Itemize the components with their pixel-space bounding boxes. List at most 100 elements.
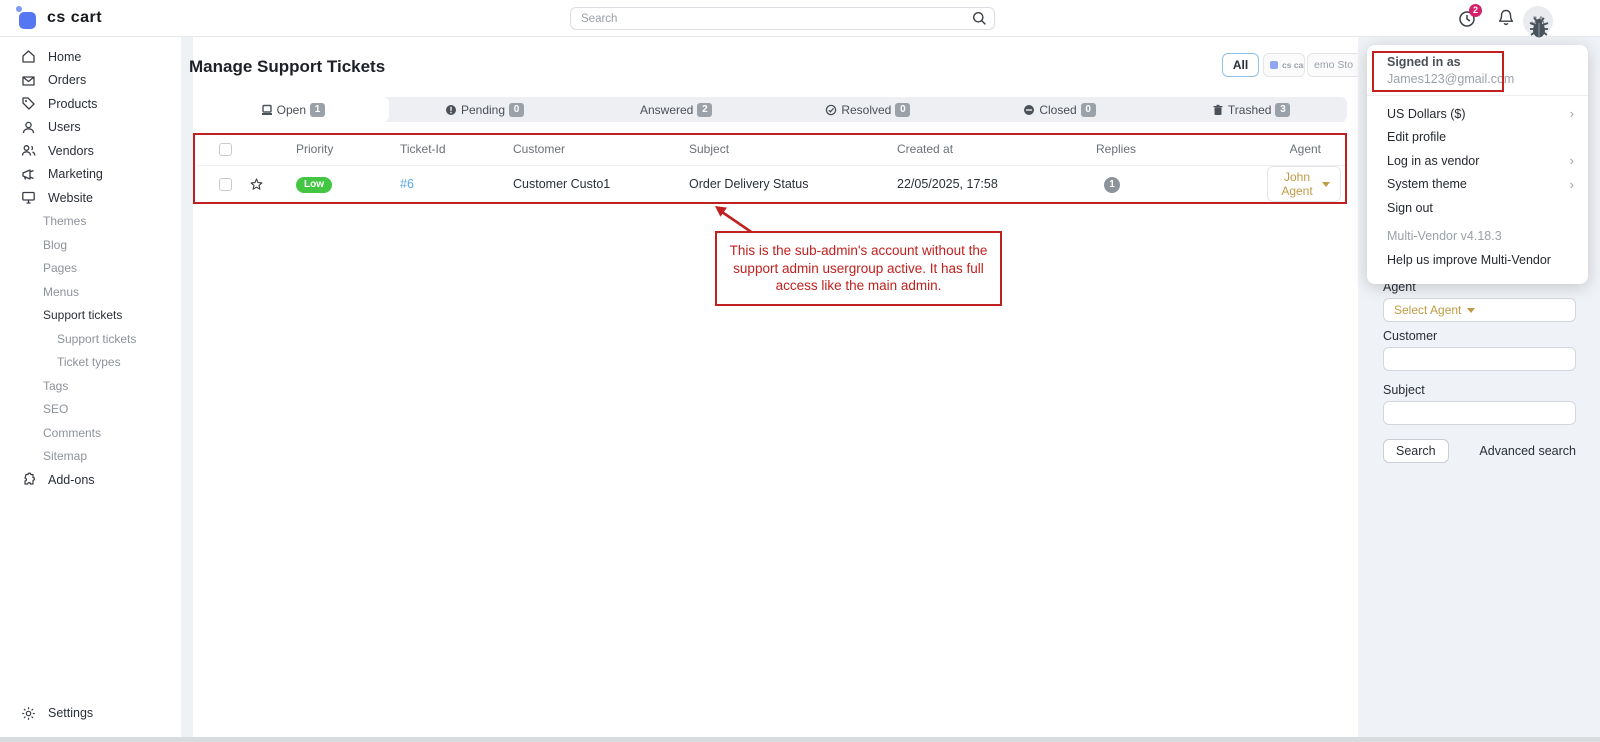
advanced-search-link[interactable]: Advanced search — [1479, 444, 1576, 458]
vendors-icon — [21, 143, 36, 158]
tab-open[interactable]: Open 1 — [197, 97, 389, 122]
products-icon — [21, 96, 36, 111]
sidebar-item-themes[interactable]: Themes — [0, 210, 180, 234]
sidebar-item-tags[interactable]: Tags — [0, 374, 180, 398]
sidebar-item-support-tickets[interactable]: Support tickets — [0, 304, 180, 328]
main-content: Manage Support Tickets All cs cart emo S… — [193, 37, 1358, 737]
chevron-right-icon: › — [1570, 107, 1574, 120]
signed-in-email: James123@gmail.com — [1387, 72, 1568, 86]
col-replies: Replies — [1077, 142, 1267, 156]
tab-open-count: 1 — [310, 103, 325, 117]
notification-badge: 2 — [1469, 4, 1482, 17]
sidebar-item-website[interactable]: Website — [0, 186, 180, 210]
search-icon — [972, 11, 987, 26]
cs-cart-logo-icon — [16, 6, 38, 30]
sidebar-item-settings[interactable]: Settings — [0, 702, 180, 726]
sidebar-item-comments[interactable]: Comments — [0, 421, 180, 445]
whats-new-icon[interactable]: 2 — [1458, 8, 1480, 30]
puzzle-icon — [21, 472, 36, 487]
menu-item-system-theme[interactable]: System theme › — [1367, 173, 1588, 197]
gear-icon — [21, 706, 36, 721]
open-icon — [261, 104, 273, 116]
subject-label: Subject — [1383, 383, 1576, 397]
select-agent-dropdown[interactable]: Select Agent — [1383, 298, 1576, 322]
signed-in-as-label: Signed in as — [1387, 55, 1568, 69]
logo-text: cs cart — [47, 9, 102, 27]
sidebar-item-sitemap[interactable]: Sitemap — [0, 445, 180, 469]
menu-item-login-as-vendor[interactable]: Log in as vendor › — [1367, 149, 1588, 173]
sidebar: Home Orders Products Users Vendors Marke… — [0, 37, 180, 737]
annotation-text: This is the sub-admin's account without … — [725, 242, 992, 295]
trash-icon — [1212, 104, 1224, 116]
tab-closed[interactable]: Closed 0 — [964, 97, 1156, 122]
customer-input[interactable] — [1383, 347, 1576, 371]
cs-cart-logo: cs cart — [16, 6, 102, 30]
tab-trashed[interactable]: Trashed 3 — [1155, 97, 1347, 122]
user-menu-dropdown: Signed in as James123@gmail.com US Dolla… — [1367, 45, 1588, 284]
sidebar-item-addons[interactable]: Add-ons — [0, 468, 180, 492]
menu-divider — [1367, 95, 1588, 96]
menu-item-currency[interactable]: US Dollars ($) › — [1367, 102, 1588, 126]
customer-label: Customer — [1383, 329, 1576, 343]
star-icon[interactable] — [235, 178, 277, 191]
chevron-down-icon — [1467, 308, 1475, 313]
customer-cell: Customer Custo1 — [494, 177, 670, 191]
sidebar-item-home[interactable]: Home — [0, 45, 180, 69]
users-icon — [21, 120, 36, 135]
subject-input[interactable] — [1383, 401, 1576, 425]
storefront-logo-icon — [1270, 61, 1278, 69]
chevron-right-icon: › — [1570, 178, 1574, 191]
sidebar-item-ticket-types[interactable]: Ticket types — [0, 351, 180, 375]
top-bar: cs cart 2 JA — [0, 0, 1600, 37]
tickets-table: Priority Ticket-Id Customer Subject Crea… — [197, 133, 1347, 201]
sidebar-item-seo[interactable]: SEO — [0, 398, 180, 422]
search-input[interactable] — [570, 7, 995, 30]
menu-item-edit-profile[interactable]: Edit profile — [1367, 126, 1588, 150]
tab-answered[interactable]: Answered 2 — [580, 97, 772, 122]
tab-closed-count: 0 — [1081, 103, 1096, 117]
tab-resolved[interactable]: Resolved 0 — [772, 97, 964, 122]
bug-icon — [1526, 14, 1552, 40]
search-button[interactable]: Search — [1383, 439, 1449, 463]
sidebar-item-products[interactable]: Products — [0, 92, 180, 116]
website-icon — [21, 190, 36, 205]
priority-badge: Low — [296, 177, 332, 193]
orders-icon — [21, 73, 36, 88]
pending-icon — [445, 104, 457, 116]
bell-icon[interactable] — [1497, 8, 1519, 30]
sidebar-item-pages[interactable]: Pages — [0, 257, 180, 281]
created-at-cell: 22/05/2025, 17:58 — [878, 177, 1077, 191]
ticket-id-link[interactable]: #6 — [400, 177, 414, 191]
ticket-row: Low #6 Customer Custo1 Order Delivery St… — [197, 166, 1347, 201]
horizontal-scrollbar[interactable] — [0, 737, 1600, 742]
table-header-row: Priority Ticket-Id Customer Subject Crea… — [197, 133, 1347, 166]
sidebar-item-orders[interactable]: Orders — [0, 69, 180, 93]
tab-pending-count: 0 — [509, 103, 524, 117]
storefront-demo-button[interactable]: emo Sto — [1307, 53, 1363, 77]
sidebar-item-marketing[interactable]: Marketing — [0, 163, 180, 187]
col-agent: Agent — [1267, 142, 1347, 156]
sidebar-item-vendors[interactable]: Vendors — [0, 139, 180, 163]
row-checkbox[interactable] — [219, 178, 232, 191]
all-storefronts-button[interactable]: All — [1222, 53, 1259, 77]
sidebar-item-menus[interactable]: Menus — [0, 280, 180, 304]
help-improve-link[interactable]: Help us improve Multi-Vendor — [1367, 248, 1588, 272]
tab-pending[interactable]: Pending 0 — [389, 97, 581, 122]
col-created-at: Created at — [878, 142, 1077, 156]
select-all-checkbox[interactable] — [219, 143, 232, 156]
chevron-right-icon: › — [1570, 154, 1574, 167]
col-subject: Subject — [670, 142, 878, 156]
sidebar-item-blog[interactable]: Blog — [0, 233, 180, 257]
subject-cell: Order Delivery Status — [670, 177, 878, 191]
closed-icon — [1023, 104, 1035, 116]
sidebar-item-users[interactable]: Users — [0, 116, 180, 140]
sidebar-item-support-tickets-child[interactable]: Support tickets — [0, 327, 180, 351]
col-customer: Customer — [494, 142, 670, 156]
col-priority: Priority — [277, 142, 381, 156]
agent-dropdown-button[interactable]: John Agent — [1267, 166, 1341, 202]
tab-answered-count: 2 — [697, 103, 712, 117]
menu-item-sign-out[interactable]: Sign out — [1367, 196, 1588, 220]
resolved-icon — [825, 104, 837, 116]
storefront-owner-button[interactable]: cs cart — [1263, 53, 1305, 77]
marketing-icon — [21, 167, 36, 182]
